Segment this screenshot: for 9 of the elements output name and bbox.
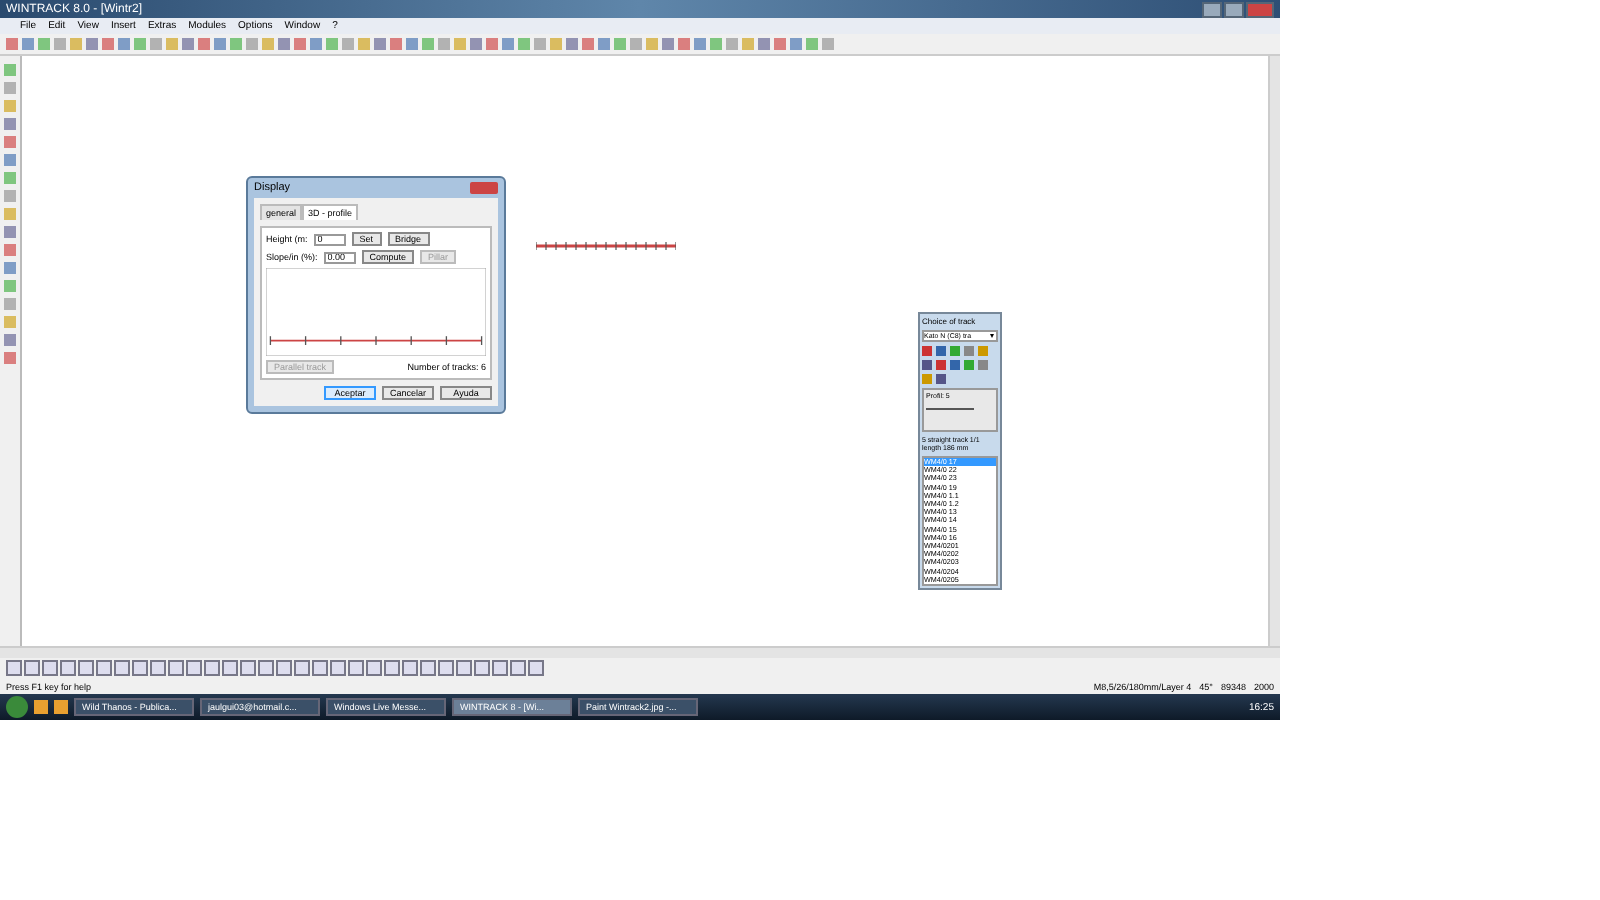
start-button[interactable] <box>6 696 28 718</box>
close-button[interactable] <box>470 182 498 194</box>
track-drawing <box>536 240 676 252</box>
horizontal-scrollbar[interactable] <box>0 646 1280 658</box>
maximize-button[interactable] <box>1224 1 1244 17</box>
caret-icon <box>990 334 994 338</box>
close-button[interactable] <box>1246 1 1274 17</box>
minimize-button[interactable] <box>1202 1 1222 17</box>
vertical-scrollbar[interactable] <box>1268 56 1280 646</box>
